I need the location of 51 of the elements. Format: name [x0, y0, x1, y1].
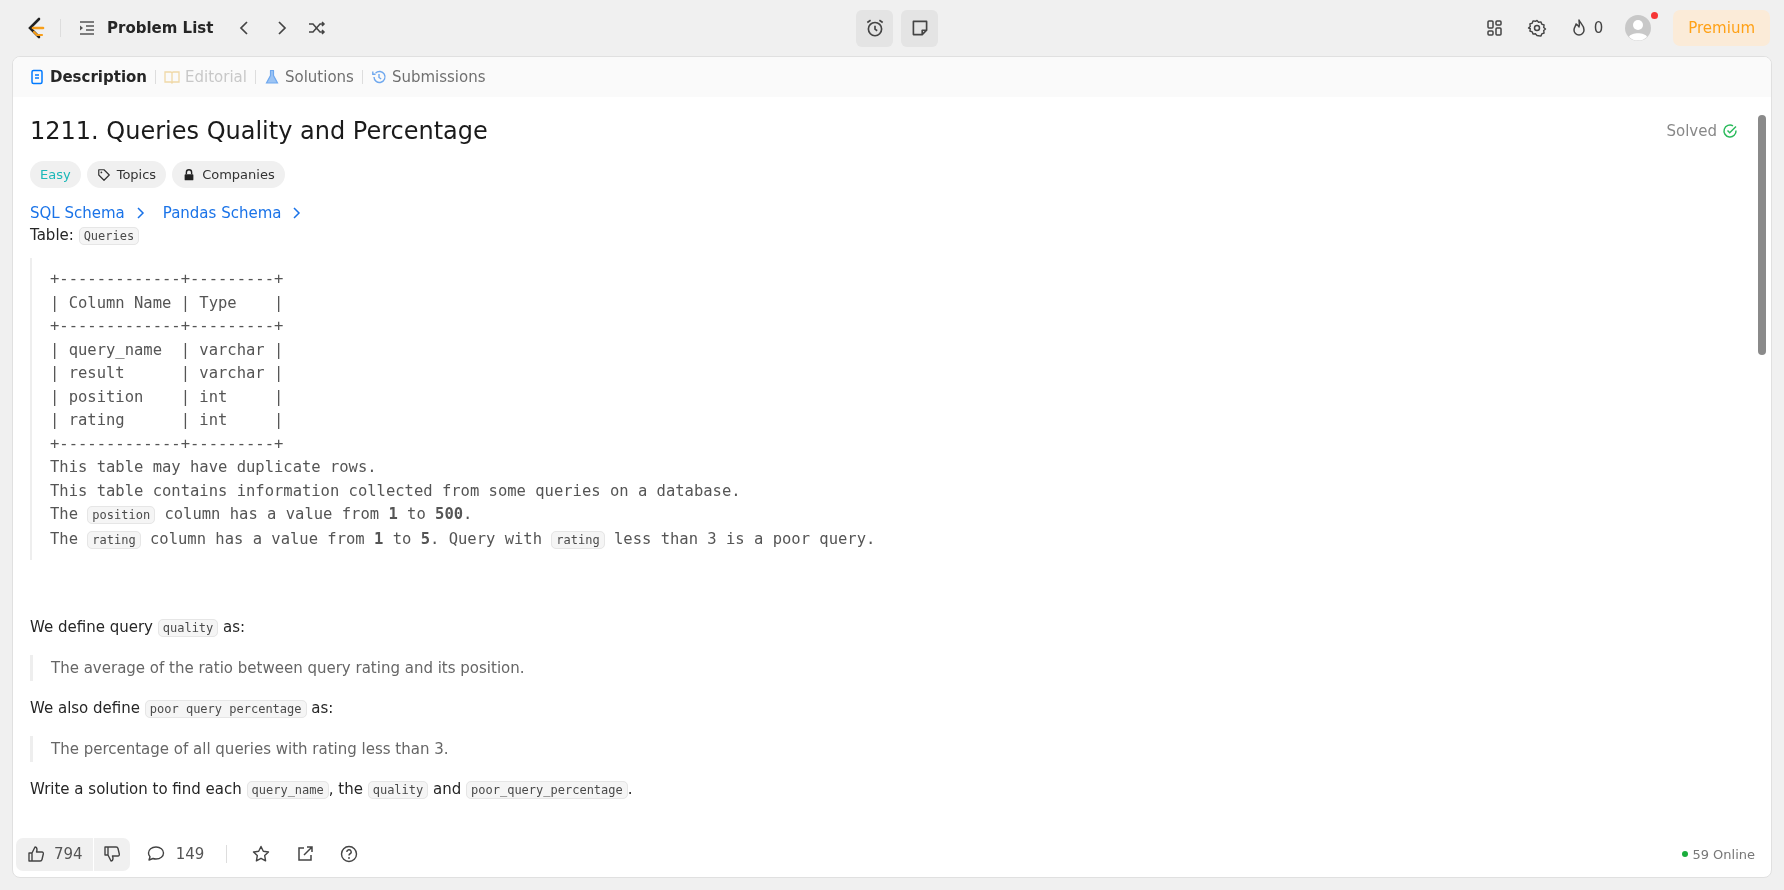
tab[interactable]: Description [29, 68, 148, 86]
star-icon[interactable] [251, 844, 272, 864]
paragraph: Write a solution to find each query_name , the quality and poor_query_percentage . [30, 779, 634, 801]
thumbs-up-icon [26, 844, 46, 864]
code-line: | query_name | varchar | [50, 339, 285, 361]
code-line: | Column Name | Type | [50, 292, 285, 314]
note-button[interactable] [901, 9, 938, 47]
streak-count: 0 [1593, 19, 1604, 37]
paragraph: We also define poor query percentage as: [30, 698, 335, 720]
tag-icon [96, 167, 111, 182]
chevron-icon [291, 205, 302, 221]
layout-icon[interactable] [1484, 18, 1505, 38]
timer-button[interactable] [856, 9, 893, 47]
quote: The percentage of all queries with rating less than 3. [30, 736, 1742, 762]
schema-link[interactable]: Pandas Schema [162, 204, 302, 222]
problem-title: 1211. Queries Quality and Percentage [30, 117, 488, 145]
book-icon [164, 69, 181, 85]
comment-icon [145, 844, 166, 864]
code-line: | rating | int | [50, 410, 285, 431]
history-icon [370, 69, 387, 85]
online-dot [1682, 851, 1689, 857]
schema-link[interactable]: SQL Schema [30, 204, 145, 222]
difficulty-tag: Easy [30, 161, 81, 188]
comments-button[interactable]: 149 [141, 844, 209, 864]
quote: The average of the ratio between query rating and its position. [30, 655, 1742, 681]
flask-icon [263, 69, 280, 85]
tab[interactable]: Solutions [263, 68, 354, 86]
list-icon[interactable] [77, 18, 97, 38]
tab[interactable]: Submissions [370, 68, 486, 86]
code-line: +-------------+---------+ [50, 269, 285, 290]
problem-list-link[interactable]: Problem List [107, 19, 214, 37]
settings-icon[interactable] [1526, 18, 1547, 38]
code-line: The rating column has a value from 1 to 5. Query with rating less than 3 is a poor query. [50, 528, 877, 551]
online-count: 59 Online [1692, 846, 1755, 862]
thumbs-down-icon [101, 844, 122, 864]
help-icon[interactable] [339, 844, 360, 864]
topics-tag[interactable]: Topics [86, 161, 167, 188]
paragraph: We define query quality as: [30, 617, 247, 639]
code-line: +-------------+---------+ [50, 316, 285, 337]
code-line: This table may have duplicate rows. [50, 457, 378, 478]
code-line: +-------------+---------+ [50, 433, 285, 455]
code-line: The position column has a value from 1 to 500. [50, 504, 474, 526]
code-line: | result | varchar | [50, 363, 285, 384]
share-icon[interactable] [295, 844, 316, 864]
chevron-icon [134, 205, 145, 221]
companies-tag[interactable]: Companies [172, 161, 285, 188]
table-label: Table: Queries [30, 226, 1742, 244]
code-line: This table contains information collected from some queries on a database. [50, 480, 742, 502]
code-line: | position | int | [50, 386, 285, 408]
status-label: Solved [1666, 122, 1717, 140]
document-icon [29, 69, 45, 85]
